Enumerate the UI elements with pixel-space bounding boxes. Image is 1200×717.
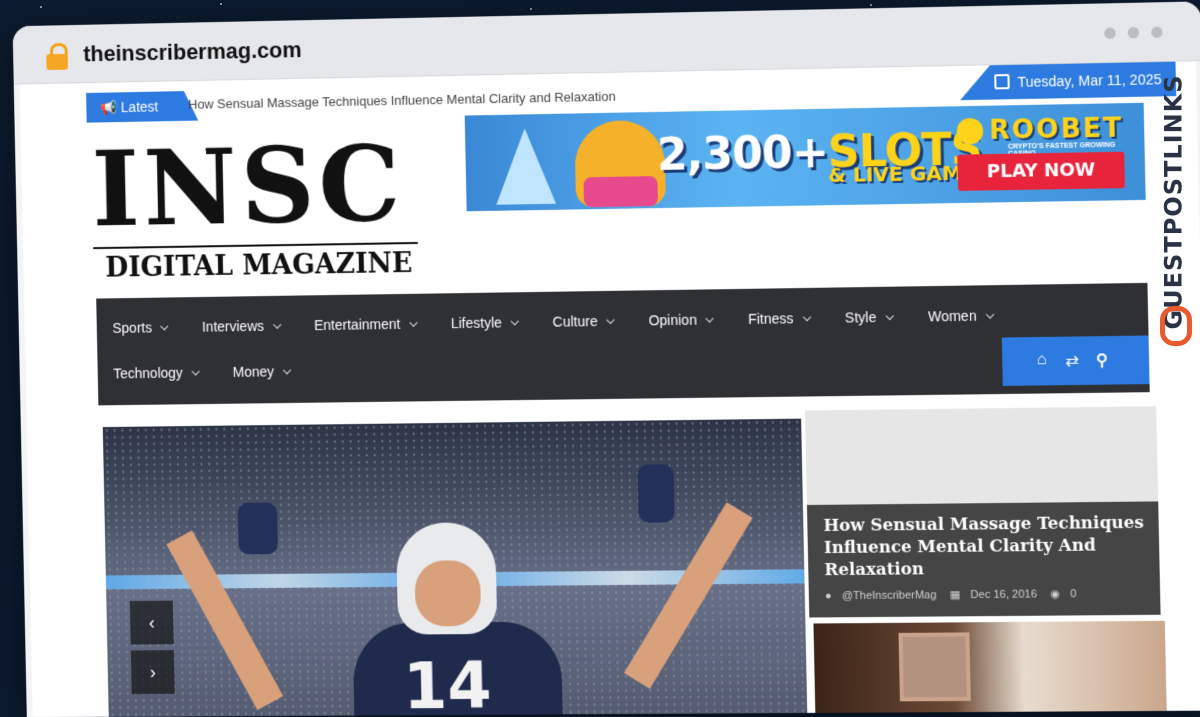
mascot-graphic xyxy=(574,119,667,208)
featured-post-card[interactable]: How Sensual Massage Techniques Influence… xyxy=(804,406,1161,618)
christmas-tree-graphic xyxy=(494,127,557,205)
secondary-post-card[interactable] xyxy=(813,620,1167,717)
nav-item-opinion[interactable]: Opinion xyxy=(632,311,732,328)
logo-subtitle: DIGITAL MAGAZINE xyxy=(105,248,413,284)
ad-banner[interactable]: 2,300+SLOTS & LIVE GAMES ROOBET CRYPTO'S… xyxy=(464,102,1146,212)
calendar-icon xyxy=(993,74,1010,90)
slider-prev-button[interactable]: ‹ xyxy=(129,600,174,645)
post-date: Dec 16, 2016 xyxy=(970,588,1038,602)
chevron-down-icon xyxy=(885,311,894,321)
chevron-down-icon xyxy=(510,317,519,326)
calendar-icon: ▦ xyxy=(949,589,961,602)
featured-post-title[interactable]: How Sensual Massage Techniques Influence… xyxy=(823,512,1145,582)
shuffle-icon[interactable]: ⇄ xyxy=(1065,351,1079,371)
window-dot[interactable] xyxy=(1151,26,1163,38)
search-icon[interactable]: ⚲ xyxy=(1096,350,1108,370)
watermark-text: GUESTPOSTLINKS xyxy=(1159,74,1188,330)
nav-item-style[interactable]: Style xyxy=(829,309,912,326)
glove-left xyxy=(237,502,279,555)
author-icon: ● xyxy=(824,590,832,603)
chevron-down-icon xyxy=(802,312,811,322)
address-bar[interactable]: theinscribermag.com xyxy=(83,37,302,67)
home-icon[interactable]: ⌂ xyxy=(1037,351,1047,369)
nav-item-sports[interactable]: Sports xyxy=(97,319,187,336)
nav-item-lifestyle[interactable]: Lifestyle xyxy=(435,314,537,331)
nav-item-entertainment[interactable]: Entertainment xyxy=(298,315,435,333)
news-ticker[interactable]: How Sensual Massage Techniques Influence… xyxy=(188,89,616,112)
nav-item-fitness[interactable]: Fitness xyxy=(732,310,829,327)
nav-row-2: Technology Money xyxy=(98,363,309,382)
browser-window: theinscribermag.com 📢 Latest How Sensual… xyxy=(12,1,1200,717)
chevron-down-icon xyxy=(408,318,418,327)
star xyxy=(220,3,222,5)
chevron-down-icon xyxy=(985,310,995,319)
main-nav: Sports Interviews Entertainment Lifestyl… xyxy=(96,282,1150,406)
chevron-down-icon xyxy=(160,322,169,331)
web-page: 📢 Latest How Sensual Massage Techniques … xyxy=(19,61,1200,717)
window-dot[interactable] xyxy=(1127,26,1140,39)
star xyxy=(40,6,42,8)
chevron-down-icon xyxy=(705,314,715,323)
link-icon xyxy=(1160,306,1192,346)
nav-item-technology[interactable]: Technology xyxy=(98,364,218,381)
post-comments[interactable]: 0 xyxy=(1070,588,1076,600)
date-badge: Tuesday, Mar 11, 2025 xyxy=(989,61,1177,100)
watermark: GUESTPOSTLINKS xyxy=(1156,60,1196,360)
comment-icon: ◉ xyxy=(1050,588,1061,601)
star xyxy=(530,8,532,10)
nav-item-women[interactable]: Women xyxy=(912,307,1013,325)
chevron-down-icon xyxy=(272,320,281,329)
nav-item-money[interactable]: Money xyxy=(217,363,309,380)
play-now-button[interactable]: PLAY NOW xyxy=(957,151,1125,191)
post-meta: ● @TheInscriberMag ▦ Dec 16, 2016 ◉ 0 xyxy=(825,587,1087,602)
slider-next-button[interactable]: › xyxy=(130,650,175,695)
nav-item-culture[interactable]: Culture xyxy=(536,313,632,330)
glove-right xyxy=(637,464,675,523)
nav-row-1: Sports Interviews Entertainment Lifestyl… xyxy=(97,307,1013,336)
player-face xyxy=(414,560,482,627)
star xyxy=(870,4,872,6)
logo-main: INSC xyxy=(90,122,406,251)
date-text: Tuesday, Mar 11, 2025 xyxy=(1017,71,1162,91)
nav-tools: ⌂ ⇄ ⚲ xyxy=(1001,335,1150,386)
chevron-down-icon xyxy=(606,315,615,325)
lock-icon xyxy=(46,42,69,71)
nav-item-interviews[interactable]: Interviews xyxy=(186,317,298,335)
latest-badge: 📢 Latest xyxy=(86,91,185,123)
chevron-down-icon xyxy=(191,367,200,376)
window-dot[interactable] xyxy=(1104,27,1116,39)
wall-frame-graphic xyxy=(898,632,971,702)
post-author[interactable]: @TheInscriberMag xyxy=(842,589,937,602)
featured-overlay: How Sensual Massage Techniques Influence… xyxy=(806,501,1161,618)
chevron-down-icon xyxy=(282,366,292,375)
jersey-number: 14 xyxy=(402,649,493,717)
window-controls xyxy=(1092,24,1163,44)
megaphone-icon: 📢 xyxy=(99,99,118,116)
hero-slider[interactable]: 14 ‹ › xyxy=(102,418,808,717)
room-image xyxy=(813,620,1167,717)
latest-label: Latest xyxy=(120,98,159,116)
site-logo[interactable]: INSC DIGITAL MAGAZINE xyxy=(90,122,429,286)
